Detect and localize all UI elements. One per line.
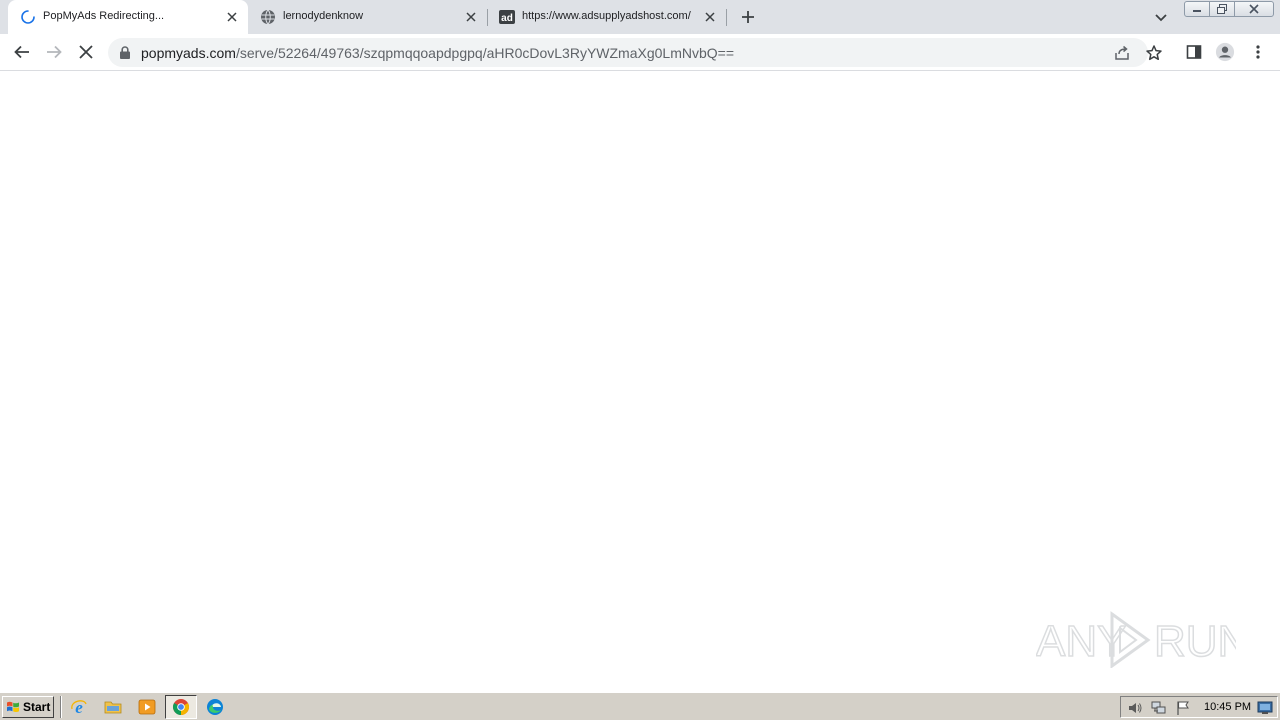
internet-explorer-icon[interactable]: e [70,698,88,716]
restore-icon [1217,4,1227,14]
start-button[interactable]: Start [2,696,54,718]
globe-icon [261,9,275,25]
avatar-icon [1215,42,1235,62]
minimize-button[interactable] [1184,1,1210,17]
start-label: Start [23,700,51,714]
flag-icon[interactable] [1175,700,1191,716]
window-controls [1184,1,1274,17]
bookmark-star-icon[interactable] [1145,44,1163,62]
share-icon[interactable] [1113,44,1131,62]
url-text[interactable]: popmyads.com/serve/52264/49763/szqpmqqoa… [141,45,734,61]
loading-spinner-icon [21,10,35,24]
tab-separator [726,9,727,26]
arrow-left-icon [14,45,29,59]
chrome-taskbar-button[interactable] [165,695,197,719]
stop-icon [79,45,93,59]
url-host: popmyads.com [141,45,236,61]
kebab-menu-icon [1256,45,1260,59]
close-icon [1249,4,1259,14]
restore-button[interactable] [1209,1,1235,17]
media-player-icon[interactable] [138,698,156,716]
system-tray: 10:45 PM [1120,696,1278,718]
clock[interactable]: 10:45 PM [1204,701,1251,713]
anyrun-watermark-logo: ANY RUN [1036,611,1236,668]
tab-title: PopMyAds Redirecting... [43,10,165,22]
folder-icon[interactable] [104,698,122,716]
tab-strip: PopMyAds Redirecting... lernodydenknow a… [0,0,1280,34]
svg-text:RUN: RUN [1154,617,1236,666]
svg-text:ad: ad [501,13,513,24]
chevron-down-icon[interactable] [1152,8,1170,26]
tab-title: lernodydenknow [283,10,364,22]
address-bar[interactable]: popmyads.com/serve/52264/49763/szqpmqqoa… [108,38,1162,67]
forward-button[interactable] [44,42,64,62]
page-viewport [0,72,1280,692]
monitor-icon[interactable] [1257,700,1273,716]
minimize-icon [1193,10,1201,12]
profile-button[interactable] [1215,42,1235,62]
chrome-icon [173,699,189,715]
taskbar-separator [60,696,62,718]
edge-icon[interactable] [206,698,224,716]
back-button[interactable] [12,42,32,62]
browser-toolbar: popmyads.com/serve/52264/49763/szqpmqqoa… [0,34,1280,71]
menu-button[interactable] [1248,42,1268,62]
close-tab-icon[interactable] [224,9,240,25]
tab-title: https://www.adsupplyadshost.com/ [522,10,691,22]
tab-popmyads[interactable]: PopMyAds Redirecting... [8,0,248,34]
stop-loading-button[interactable] [76,42,96,62]
side-panel-icon [1186,45,1202,59]
close-tab-icon[interactable] [463,9,479,25]
windows-logo-icon [7,701,19,713]
side-panel-button[interactable] [1184,42,1204,62]
tab-adsupplyadshost[interactable]: ad https://www.adsupplyadshost.com/ [487,0,727,34]
url-path: /serve/52264/49763/szqpmqqoapdpgpq/aHR0c… [235,45,734,61]
close-tab-icon[interactable] [702,9,718,25]
ad-icon: ad [499,10,515,24]
network-icon[interactable] [1151,700,1167,716]
tab-lernodydenknow[interactable]: lernodydenknow [248,0,488,34]
new-tab-icon[interactable] [738,7,758,27]
arrow-right-icon [47,45,62,59]
volume-icon[interactable] [1127,700,1143,716]
close-window-button[interactable] [1234,1,1274,17]
taskbar: Start e 10:45 PM [0,692,1280,720]
lock-icon[interactable] [119,46,131,59]
